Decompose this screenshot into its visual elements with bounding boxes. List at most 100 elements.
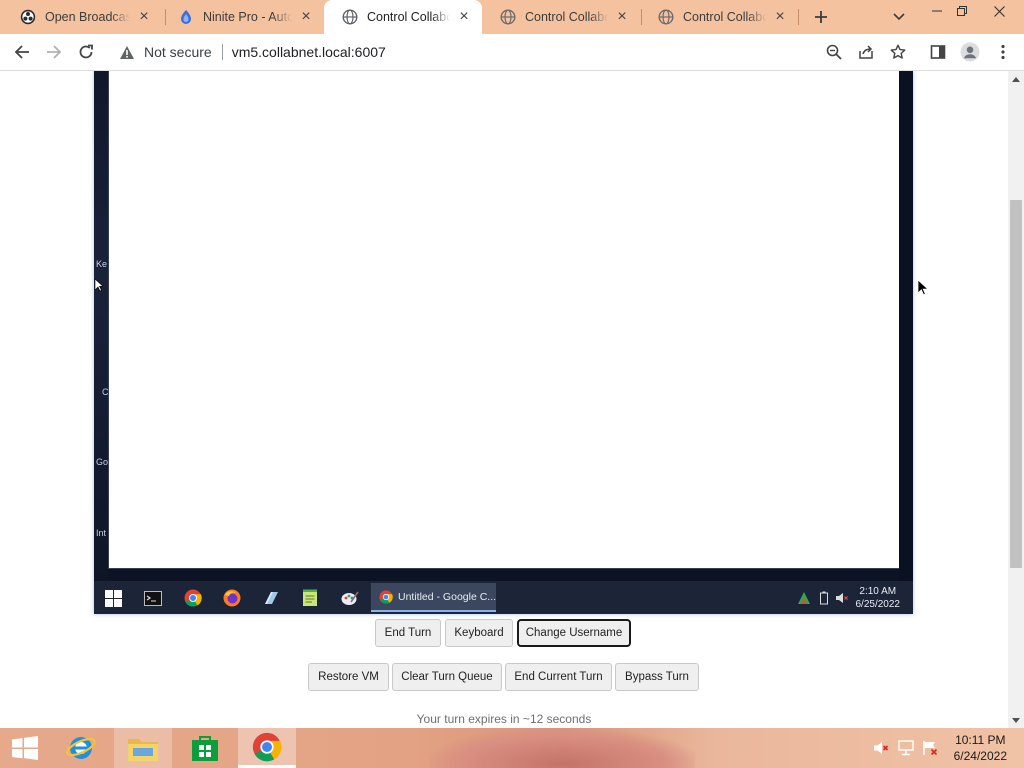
triangle-up-icon xyxy=(1012,76,1020,82)
vm-taskbar-app[interactable] xyxy=(261,588,281,608)
address-bar[interactable]: Not secure vm5.collabnet.local:6007 xyxy=(108,38,918,66)
zoom-button[interactable] xyxy=(821,40,847,64)
globe-icon xyxy=(500,9,516,25)
close-icon[interactable]: × xyxy=(772,8,788,25)
scroll-up-button[interactable] xyxy=(1008,71,1024,87)
tab-title: Ninite Pro - Automate xyxy=(203,10,292,24)
cursor-icon xyxy=(918,280,928,296)
forward-button[interactable] xyxy=(41,40,67,64)
battery-icon[interactable] xyxy=(817,591,831,605)
volume-muted-icon[interactable] xyxy=(835,591,849,605)
tab-control-collaboration-3[interactable]: Control Collaboration × xyxy=(640,0,798,34)
restore-icon xyxy=(957,6,967,16)
more-vert-icon xyxy=(1001,44,1005,60)
tab-separator xyxy=(798,9,799,25)
page-viewport: Ke C Go Int Untitled - Google C... 2:10 … xyxy=(0,71,1008,728)
vm-taskbar-terminal[interactable] xyxy=(143,588,163,608)
close-icon[interactable]: × xyxy=(136,8,152,25)
plus-icon xyxy=(815,11,827,23)
vm-taskbar-active-window[interactable]: Untitled - Google C... xyxy=(371,583,496,612)
restore-button[interactable] xyxy=(947,0,977,22)
paint-icon xyxy=(341,591,359,605)
tab-title: Control Collaboration xyxy=(683,10,766,24)
keyboard-button[interactable]: Keyboard xyxy=(445,619,513,647)
divider xyxy=(221,44,223,60)
host-taskbar-chrome[interactable] xyxy=(238,728,296,768)
vm-clock-time: 2:10 AM xyxy=(859,586,897,597)
tab-strip: Open Broadcaster × Ninite Pro - Automate… xyxy=(0,0,1024,34)
close-icon[interactable]: × xyxy=(614,8,630,25)
share-button[interactable] xyxy=(853,40,879,64)
notepad-icon xyxy=(303,589,317,606)
share-icon xyxy=(859,45,873,59)
vm-desktop-edge xyxy=(899,71,913,581)
chrome-icon xyxy=(184,589,202,607)
tab-search-button[interactable] xyxy=(888,6,910,28)
vm-taskbar: Untitled - Google C... 2:10 AM 6/25/2022 xyxy=(94,581,913,614)
minimize-icon xyxy=(932,10,942,12)
zoom-out-icon xyxy=(826,44,842,60)
change-username-button[interactable]: Change Username xyxy=(517,619,631,647)
bookmark-button[interactable] xyxy=(885,40,911,64)
triangle-down-icon xyxy=(1012,717,1020,723)
profile-button[interactable] xyxy=(957,40,983,64)
back-button[interactable] xyxy=(9,40,35,64)
vm-clock[interactable]: 2:10 AM 6/25/2022 xyxy=(856,585,901,611)
internet-explorer-icon xyxy=(66,737,96,759)
vm-taskbar-paint[interactable] xyxy=(340,588,360,608)
side-panel-button[interactable] xyxy=(925,40,951,64)
close-window-button[interactable] xyxy=(984,0,1014,22)
vm-desktop-label: Ke xyxy=(96,259,108,269)
browser-toolbar: Not secure vm5.collabnet.local:6007 xyxy=(0,34,1024,71)
new-tab-button[interactable] xyxy=(808,5,834,29)
vm-browser-window[interactable] xyxy=(108,71,901,569)
eraser-icon xyxy=(265,592,278,604)
firefox-icon xyxy=(223,589,241,607)
end-turn-button[interactable]: End Turn xyxy=(375,619,441,647)
close-icon[interactable]: × xyxy=(456,8,472,25)
avatar-icon xyxy=(960,42,980,62)
wallpaper-art xyxy=(430,728,695,768)
terminal-icon xyxy=(144,590,162,606)
host-taskbar-store[interactable] xyxy=(176,728,234,768)
chevron-down-icon xyxy=(893,13,905,21)
chrome-icon xyxy=(379,589,393,604)
vm-taskbar-firefox[interactable] xyxy=(222,588,242,608)
warning-icon[interactable] xyxy=(118,43,136,61)
network-icon[interactable] xyxy=(898,740,914,756)
action-center-flag-icon[interactable] xyxy=(922,740,938,756)
end-current-turn-button[interactable]: End Current Turn xyxy=(505,663,612,691)
scroll-down-button[interactable] xyxy=(1008,712,1024,728)
close-icon[interactable]: × xyxy=(298,8,314,25)
volume-muted-icon[interactable] xyxy=(873,740,889,756)
tab-obs[interactable]: Open Broadcaster × xyxy=(2,0,162,34)
reload-icon xyxy=(79,44,93,59)
store-icon xyxy=(192,736,218,761)
chrome-icon xyxy=(252,732,282,761)
scrollbar[interactable] xyxy=(1008,71,1024,728)
url-text[interactable]: vm5.collabnet.local:6007 xyxy=(232,44,386,60)
tab-control-collaboration-active[interactable]: Control Collaboration × xyxy=(324,0,482,34)
scroll-thumb[interactable] xyxy=(1010,200,1022,568)
tab-control-collaboration-2[interactable]: Control Collaboration × xyxy=(482,0,640,34)
color-icon[interactable] xyxy=(797,591,811,605)
menu-button[interactable] xyxy=(990,40,1016,64)
bypass-turn-button[interactable]: Bypass Turn xyxy=(615,663,699,691)
vm-display[interactable]: Ke C Go Int Untitled - Google C... 2:10 … xyxy=(94,71,913,614)
host-clock[interactable]: 10:11 PM 6/24/2022 xyxy=(954,732,1007,764)
clear-turn-queue-button[interactable]: Clear Turn Queue xyxy=(392,663,502,691)
globe-icon xyxy=(342,9,358,25)
restore-vm-button[interactable]: Restore VM xyxy=(308,663,389,691)
host-taskbar-ie[interactable] xyxy=(52,728,110,768)
reload-button[interactable] xyxy=(73,40,99,64)
vm-taskbar-notepad[interactable] xyxy=(300,588,320,608)
host-taskbar-explorer[interactable] xyxy=(114,728,172,768)
host-start-button[interactable] xyxy=(0,728,50,768)
obs-icon xyxy=(20,9,36,25)
tab-ninite[interactable]: Ninite Pro - Automate × xyxy=(160,0,324,34)
ninite-icon xyxy=(181,10,191,24)
security-label[interactable]: Not secure xyxy=(144,44,212,60)
vm-taskbar-chrome[interactable] xyxy=(183,588,203,608)
vm-start-button[interactable] xyxy=(103,588,123,608)
tab-title: Control Collaboration xyxy=(525,10,608,24)
